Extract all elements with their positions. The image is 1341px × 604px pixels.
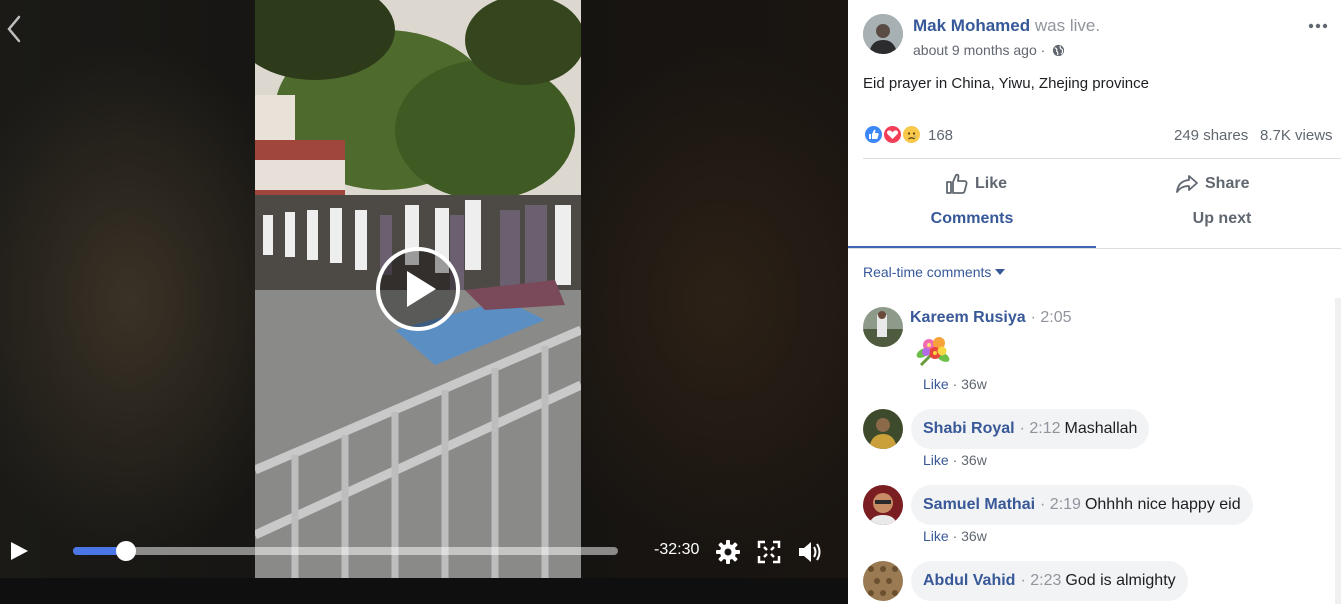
- time-remaining: -32:30: [654, 541, 700, 558]
- video-player[interactable]: -32:30: [0, 0, 848, 604]
- post-meta: about 9 months ago ·: [913, 42, 1065, 58]
- play-icon: [376, 247, 460, 331]
- commenter-name[interactable]: Abdul Vahid: [923, 572, 1015, 590]
- love-reaction-icon: [882, 124, 903, 145]
- chevron-left-icon[interactable]: [4, 14, 24, 44]
- author-name[interactable]: Mak Mohamed: [913, 16, 1030, 35]
- list-item: Abdul Vahid · 2:23 God is almighty: [863, 561, 1333, 604]
- volume-icon[interactable]: [797, 539, 823, 565]
- comment-header: Kareem Rusiya · 2:05: [910, 308, 1072, 328]
- comment-age[interactable]: · 36w: [953, 376, 987, 392]
- share-count[interactable]: 249 shares: [1174, 127, 1248, 144]
- comment-timestamp[interactable]: · 2:12: [1020, 420, 1061, 438]
- tab-up-next[interactable]: Up next: [1098, 208, 1341, 248]
- share-button[interactable]: Share: [1175, 168, 1249, 200]
- player-controls: -32:30: [0, 530, 848, 576]
- like-button[interactable]: Like: [945, 168, 1007, 200]
- share-button-label: Share: [1205, 175, 1250, 192]
- post-side-panel: Mak Mohamed was live. about 9 months ago…: [848, 0, 1341, 604]
- avatar[interactable]: [863, 561, 903, 601]
- comments-filter-dropdown[interactable]: Real-time comments: [863, 264, 1006, 280]
- post-text: Eid prayer in China, Yiwu, Zhejing provi…: [863, 75, 1149, 92]
- like-button-label: Like: [975, 175, 1008, 192]
- comment-text: God is almighty: [1065, 572, 1176, 589]
- comment-timestamp[interactable]: · 2:19: [1040, 496, 1081, 514]
- commenter-name[interactable]: Samuel Mathai: [923, 496, 1035, 514]
- player-bottom-strip: [0, 578, 848, 604]
- comment-bubble: Samuel Mathai · 2:19 Ohhhh nice happy ei…: [911, 485, 1253, 525]
- more-options-icon[interactable]: [1307, 18, 1329, 34]
- like-reaction-icon: [863, 124, 884, 145]
- comment-footer: Like · 36w: [923, 452, 987, 468]
- comment-timestamp[interactable]: · 2:23: [1020, 572, 1061, 590]
- comment-age[interactable]: · 36w: [953, 528, 987, 544]
- comment-text: Mashallah: [1064, 420, 1138, 437]
- avatar[interactable]: [863, 485, 903, 525]
- comment-timestamp[interactable]: · 2:05: [1031, 309, 1072, 327]
- bouquet-icon: [913, 331, 953, 371]
- gear-icon[interactable]: [715, 539, 741, 565]
- comment-like-link[interactable]: Like: [923, 376, 949, 392]
- comment-like-link[interactable]: Like: [923, 528, 949, 544]
- comment-age[interactable]: · 36w: [953, 452, 987, 468]
- avatar[interactable]: [863, 14, 903, 54]
- list-item: Samuel Mathai · 2:19 Ohhhh nice happy ei…: [863, 485, 1333, 549]
- progress-bar[interactable]: [73, 541, 618, 561]
- caret-down-icon: [995, 269, 1006, 275]
- comment-text: Ohhhh nice happy eid: [1084, 496, 1241, 513]
- comment-footer: Like · 36w: [923, 528, 987, 544]
- comment-like-link[interactable]: Like: [923, 452, 949, 468]
- comments-filter-label: Real-time comments: [863, 264, 992, 280]
- list-item: Shabi Royal · 2:12 Mashallah Like · 36w: [863, 409, 1333, 473]
- commenter-name[interactable]: Shabi Royal: [923, 420, 1015, 438]
- progress-handle[interactable]: [116, 541, 137, 561]
- live-status: was live.: [1034, 16, 1101, 35]
- comment-footer: Like · 36w: [923, 376, 987, 392]
- play-icon[interactable]: [8, 540, 30, 562]
- comment-bubble: Abdul Vahid · 2:23 God is almighty: [911, 561, 1188, 601]
- globe-icon: [1053, 44, 1065, 57]
- divider: [848, 248, 1341, 249]
- list-item: Kareem Rusiya · 2:05 Like · 36w: [863, 307, 1333, 397]
- post-time[interactable]: about 9 months ago: [913, 42, 1037, 58]
- avatar[interactable]: [863, 307, 903, 347]
- meta-separator: ·: [1040, 42, 1046, 58]
- tab-comments[interactable]: Comments: [848, 208, 1096, 249]
- share-icon: [1176, 175, 1198, 193]
- reaction-count: 168: [928, 127, 954, 144]
- comment-bubble: Shabi Royal · 2:12 Mashallah: [911, 409, 1150, 449]
- comments-scrollbar[interactable]: [1335, 298, 1341, 604]
- divider: [863, 158, 1341, 159]
- avatar[interactable]: [863, 409, 903, 449]
- sad-reaction-icon: [901, 124, 922, 145]
- thumbs-up-icon: [946, 173, 968, 194]
- commenter-name[interactable]: Kareem Rusiya: [910, 309, 1026, 327]
- post-header: Mak Mohamed was live.: [913, 16, 1100, 36]
- view-count[interactable]: 8.7K views: [1260, 127, 1333, 144]
- fullscreen-icon[interactable]: [756, 539, 782, 565]
- play-overlay-button[interactable]: [374, 245, 462, 333]
